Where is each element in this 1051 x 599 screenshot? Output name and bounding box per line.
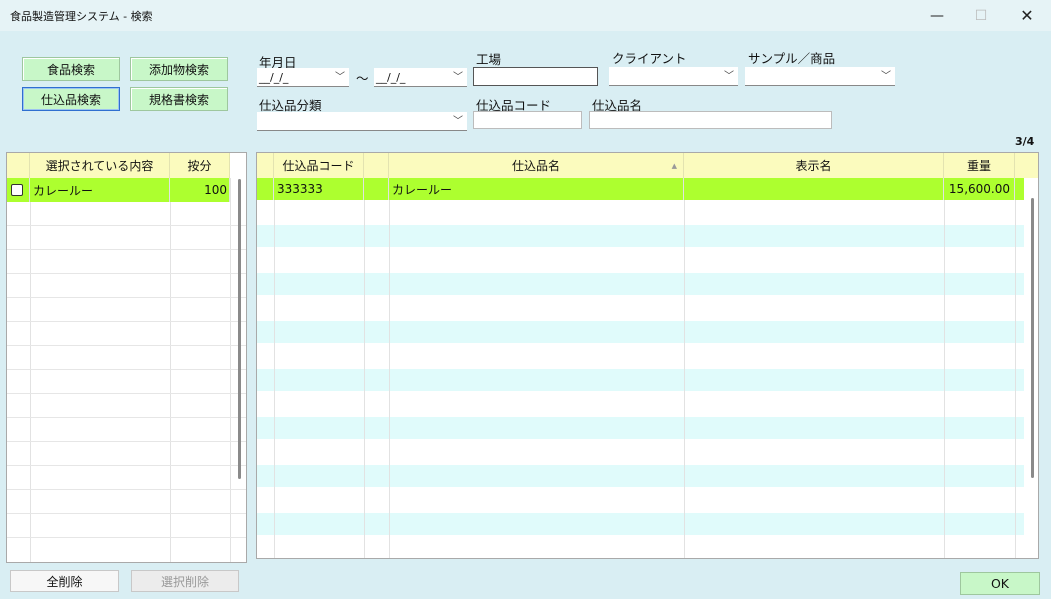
column-header-code[interactable]: 仕込品コード xyxy=(274,153,364,178)
clear-all-button[interactable]: 全削除 xyxy=(10,570,119,592)
window-title: 食品製造管理システム - 検索 xyxy=(10,10,153,23)
category-select[interactable]: ﹀ xyxy=(257,112,467,131)
column-header-content[interactable]: 選択されている内容 xyxy=(30,153,170,178)
minimize-button[interactable]: — xyxy=(914,0,960,31)
vertical-scrollbar[interactable] xyxy=(1031,198,1034,478)
chevron-down-icon: ﹀ xyxy=(881,71,891,82)
chevron-down-icon: ﹀ xyxy=(453,72,463,83)
date-from-picker[interactable]: __/_/_ ﹀ xyxy=(257,68,349,87)
additive-search-button[interactable]: 添加物検索 xyxy=(130,57,228,81)
client-select[interactable]: ﹀ xyxy=(609,67,738,86)
row-header-corner xyxy=(7,153,30,178)
record-counter: 3/4 xyxy=(1015,135,1035,148)
spec-search-button[interactable]: 規格書検索 xyxy=(130,87,228,111)
code-cell: 333333 xyxy=(274,178,364,200)
vertical-scrollbar[interactable] xyxy=(238,179,241,479)
row-header-corner xyxy=(257,153,274,178)
row-checkbox[interactable] xyxy=(11,184,23,196)
date-to-picker[interactable]: __/_/_ ﹀ xyxy=(374,68,467,87)
table-row[interactable]: カレールー 100 xyxy=(7,178,230,202)
title-bar: 食品製造管理システム - 検索 — ☐ ✕ xyxy=(0,0,1051,31)
date-range-separator: ～ xyxy=(356,71,369,86)
sort-ascending-icon: ▲ xyxy=(671,161,677,170)
delete-selected-button[interactable]: 選択削除 xyxy=(131,570,239,592)
chevron-down-icon: ﹀ xyxy=(453,116,463,127)
column-header-name[interactable]: 仕込品名 ▲ xyxy=(389,153,684,178)
ok-button[interactable]: OK xyxy=(960,572,1040,595)
column-header-weight[interactable]: 重量 xyxy=(944,153,1015,178)
table-row[interactable]: 333333 カレールー 15,600.00 xyxy=(257,178,1024,200)
date-from-value: __/_/_ xyxy=(259,71,289,84)
results-grid: 仕込品コード 仕込品名 ▲ 表示名 重量 333333 カレールー 15,600… xyxy=(256,152,1039,559)
chevron-down-icon: ﹀ xyxy=(335,72,345,83)
column-header-display-name[interactable]: 表示名 xyxy=(684,153,944,178)
client-label: クライアント xyxy=(612,51,687,66)
date-to-value: __/_/_ xyxy=(376,71,406,84)
column-header-name-label: 仕込品名 xyxy=(511,159,560,173)
code-input[interactable] xyxy=(473,111,582,129)
factory-input[interactable] xyxy=(473,67,598,86)
display-name-cell xyxy=(684,178,944,200)
chevron-down-icon: ﹀ xyxy=(724,71,734,82)
name-cell: カレールー xyxy=(389,178,684,200)
column-header-ratio[interactable]: 按分 xyxy=(170,153,230,178)
weight-cell: 15,600.00 xyxy=(944,178,1015,200)
maximize-button[interactable]: ☐ xyxy=(958,0,1004,31)
factory-label: 工場 xyxy=(476,52,502,67)
selected-content-cell: カレールー xyxy=(30,178,170,202)
header-filler xyxy=(1015,153,1038,178)
selected-items-grid: 選択されている内容 按分 カレールー 100 xyxy=(6,152,247,563)
close-button[interactable]: ✕ xyxy=(1004,0,1050,31)
name-input[interactable] xyxy=(589,111,832,129)
sample-select[interactable]: ﹀ xyxy=(745,67,895,86)
column-header-blank xyxy=(364,153,389,178)
prep-search-button[interactable]: 仕込品検索 xyxy=(22,87,120,111)
food-search-button[interactable]: 食品検索 xyxy=(22,57,120,81)
ratio-cell[interactable]: 100 xyxy=(170,178,230,202)
sample-label: サンプル／商品 xyxy=(748,51,836,66)
